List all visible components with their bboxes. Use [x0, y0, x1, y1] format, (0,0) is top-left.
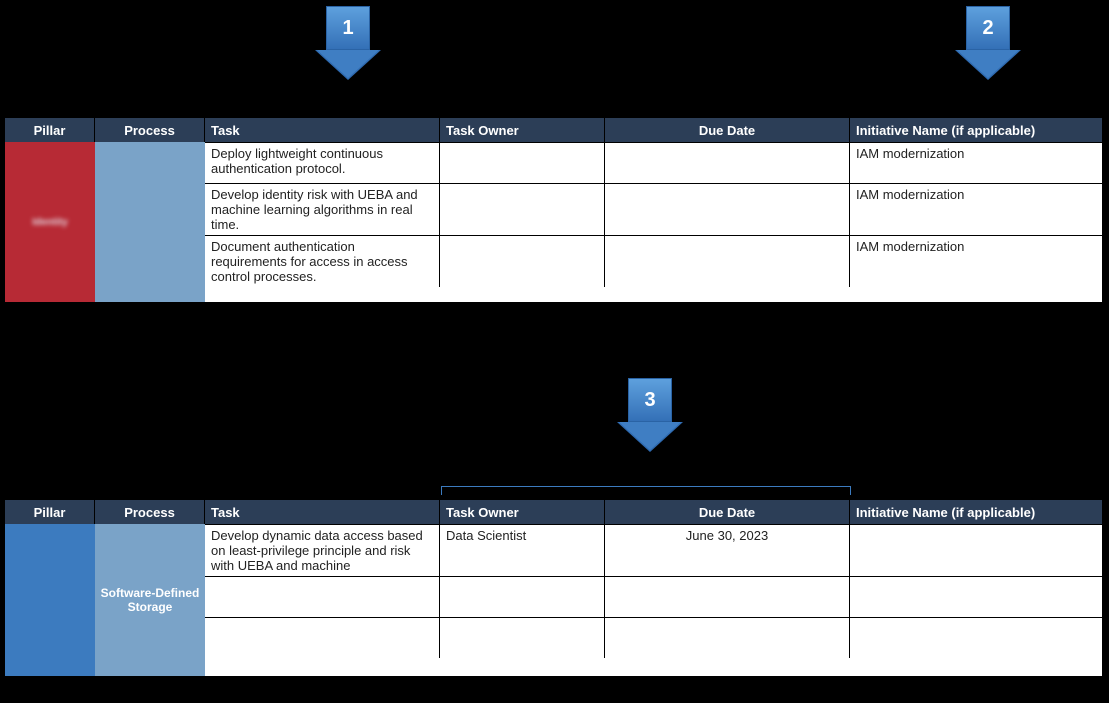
callout-arrow-2: 2	[955, 6, 1021, 78]
col-process: Process	[95, 500, 205, 524]
col-process: Process	[95, 118, 205, 142]
col-pillar: Pillar	[5, 500, 95, 524]
cell-owner	[440, 618, 605, 658]
pillar-label: Identity	[32, 217, 68, 228]
cell-owner	[440, 577, 605, 617]
cell-due	[605, 236, 850, 287]
col-initiative: Initiative Name (if applicable)	[850, 500, 1103, 524]
col-initiative: Initiative Name (if applicable)	[850, 118, 1103, 142]
cell-task: Develop identity risk with UEBA and mach…	[205, 184, 440, 235]
table-row: Deploy lightweight continuous authentica…	[205, 142, 1103, 183]
col-owner: Task Owner	[440, 118, 605, 142]
table-1-pillar-cell: Identity	[5, 142, 95, 302]
callout-arrow-1: 1	[315, 6, 381, 78]
table-2: Pillar Process Task Task Owner Due Date …	[5, 500, 1103, 678]
col-owner: Task Owner	[440, 500, 605, 524]
table-1-header: Pillar Process Task Task Owner Due Date …	[5, 118, 1102, 142]
table-row	[205, 617, 1103, 658]
table-1-rows: Deploy lightweight continuous authentica…	[205, 142, 1103, 302]
process-label: Software-Defined Storage	[99, 586, 201, 614]
cell-due	[605, 143, 850, 183]
cell-due	[605, 577, 850, 617]
bracket-span	[441, 486, 851, 496]
cell-task	[205, 618, 440, 658]
col-due: Due Date	[605, 500, 850, 524]
callout-number-1: 1	[326, 6, 370, 50]
table-2-header: Pillar Process Task Task Owner Due Date …	[5, 500, 1102, 524]
cell-initiative: IAM modernization	[850, 184, 1103, 235]
col-task: Task	[205, 500, 440, 524]
table-row: Develop dynamic data access based on lea…	[205, 524, 1103, 576]
cell-owner	[440, 143, 605, 183]
cell-initiative: IAM modernization	[850, 236, 1103, 287]
cell-due	[605, 184, 850, 235]
table-1-body: Identity Deploy lightweight continuous a…	[5, 142, 1102, 302]
table-row: Document authentication requirements for…	[205, 235, 1103, 287]
table-row	[205, 576, 1103, 617]
cell-task: Document authentication requirements for…	[205, 236, 440, 287]
col-task: Task	[205, 118, 440, 142]
cell-owner	[440, 236, 605, 287]
table-2-rows: Develop dynamic data access based on lea…	[205, 524, 1103, 676]
cell-task: Develop dynamic data access based on lea…	[205, 525, 440, 576]
callout-number-3: 3	[628, 378, 672, 422]
table-1-process-cell	[95, 142, 205, 302]
callout-number-2: 2	[966, 6, 1010, 50]
col-due: Due Date	[605, 118, 850, 142]
cell-due	[605, 618, 850, 658]
cell-initiative: IAM modernization	[850, 143, 1103, 183]
cell-initiative	[850, 618, 1103, 658]
col-pillar: Pillar	[5, 118, 95, 142]
cell-task: Deploy lightweight continuous authentica…	[205, 143, 440, 183]
cell-initiative	[850, 577, 1103, 617]
table-row: Develop identity risk with UEBA and mach…	[205, 183, 1103, 235]
cell-initiative	[850, 525, 1103, 576]
cell-task	[205, 577, 440, 617]
callout-arrow-3: 3	[617, 378, 683, 450]
table-2-pillar-cell	[5, 524, 95, 676]
cell-owner	[440, 184, 605, 235]
table-2-body: Software-Defined Storage Develop dynamic…	[5, 524, 1102, 676]
table-2-process-cell: Software-Defined Storage	[95, 524, 205, 676]
cell-due: June 30, 2023	[605, 525, 850, 576]
table-1: Pillar Process Task Task Owner Due Date …	[5, 118, 1103, 304]
cell-owner: Data Scientist	[440, 525, 605, 576]
